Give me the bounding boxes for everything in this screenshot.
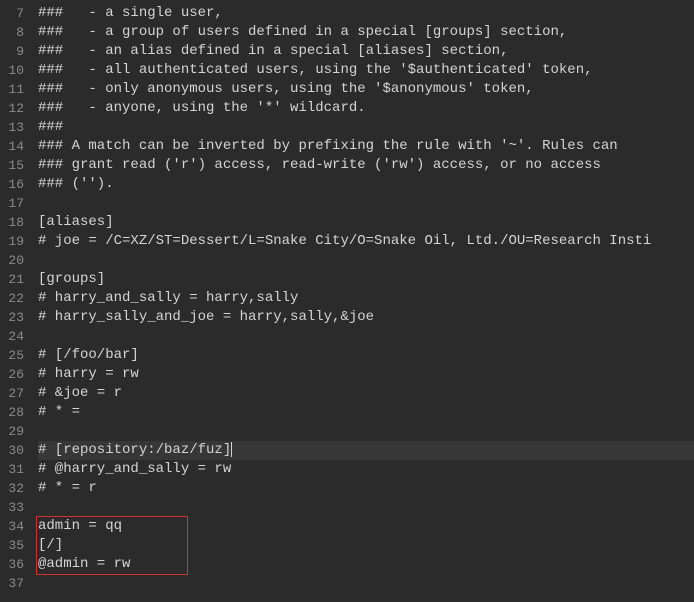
code-line[interactable] [38, 574, 694, 593]
code-line[interactable]: # [repository:/baz/fuz] [38, 441, 694, 460]
code-line[interactable]: ### - an alias defined in a special [ali… [38, 42, 694, 61]
code-line[interactable] [38, 498, 694, 517]
line-number: 18 [4, 213, 24, 232]
code-line[interactable]: ### - a single user, [38, 4, 694, 23]
code-editor[interactable]: 7891011121314151617181920212223242526272… [0, 0, 694, 602]
code-line[interactable]: ### - a group of users defined in a spec… [38, 23, 694, 42]
line-number: 20 [4, 251, 24, 270]
code-line[interactable]: # @harry_and_sally = rw [38, 460, 694, 479]
code-line[interactable]: [aliases] [38, 213, 694, 232]
line-number: 33 [4, 498, 24, 517]
line-number: 36 [4, 555, 24, 574]
code-line[interactable]: # joe = /C=XZ/ST=Dessert/L=Snake City/O=… [38, 232, 694, 251]
line-number: 12 [4, 99, 24, 118]
code-line[interactable]: [groups] [38, 270, 694, 289]
line-number: 31 [4, 460, 24, 479]
code-line[interactable]: ### - all authenticated users, using the… [38, 61, 694, 80]
line-number: 14 [4, 137, 24, 156]
line-number: 34 [4, 517, 24, 536]
line-number: 21 [4, 270, 24, 289]
line-number: 13 [4, 118, 24, 137]
code-line[interactable]: # [/foo/bar] [38, 346, 694, 365]
line-number: 26 [4, 365, 24, 384]
line-number: 15 [4, 156, 24, 175]
code-line[interactable]: ### A match can be inverted by prefixing… [38, 137, 694, 156]
line-number: 23 [4, 308, 24, 327]
code-line[interactable]: # harry_sally_and_joe = harry,sally,&joe [38, 308, 694, 327]
line-number: 35 [4, 536, 24, 555]
code-line[interactable]: ### [38, 118, 694, 137]
line-number: 7 [4, 4, 24, 23]
code-line[interactable]: @admin = rw [38, 555, 694, 574]
line-number: 9 [4, 42, 24, 61]
code-line[interactable]: # harry = rw [38, 365, 694, 384]
line-number: 8 [4, 23, 24, 42]
line-number: 25 [4, 346, 24, 365]
line-number: 27 [4, 384, 24, 403]
code-line[interactable]: ### - anyone, using the '*' wildcard. [38, 99, 694, 118]
line-number: 24 [4, 327, 24, 346]
line-number: 22 [4, 289, 24, 308]
code-line[interactable]: # harry_and_sally = harry,sally [38, 289, 694, 308]
code-line[interactable] [38, 327, 694, 346]
line-number: 28 [4, 403, 24, 422]
code-line[interactable]: admin = qq [38, 517, 694, 536]
code-line[interactable]: # * = r [38, 479, 694, 498]
code-line[interactable]: ### (''). [38, 175, 694, 194]
line-number: 32 [4, 479, 24, 498]
line-number: 16 [4, 175, 24, 194]
text-cursor [231, 442, 232, 457]
line-number: 29 [4, 422, 24, 441]
line-number: 37 [4, 574, 24, 593]
line-number: 11 [4, 80, 24, 99]
code-line[interactable]: # &joe = r [38, 384, 694, 403]
code-line[interactable] [38, 251, 694, 270]
code-line[interactable]: [/] [38, 536, 694, 555]
code-line[interactable]: ### grant read ('r') access, read-write … [38, 156, 694, 175]
line-number: 17 [4, 194, 24, 213]
code-line[interactable] [38, 194, 694, 213]
line-number: 30 [4, 441, 24, 460]
line-number-gutter: 7891011121314151617181920212223242526272… [0, 0, 32, 602]
line-number: 10 [4, 61, 24, 80]
code-line[interactable]: ### - only anonymous users, using the '$… [38, 80, 694, 99]
code-line[interactable]: # * = [38, 403, 694, 422]
line-number: 19 [4, 232, 24, 251]
code-area[interactable]: ### - a single user,### - a group of use… [32, 0, 694, 602]
code-line[interactable] [38, 422, 694, 441]
